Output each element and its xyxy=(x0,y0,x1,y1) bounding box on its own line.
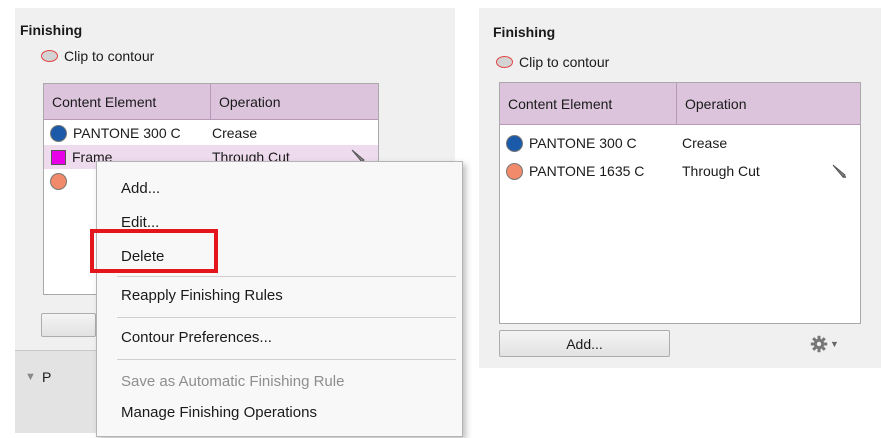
context-menu: Add... Edit... Delete Reapply Finishing … xyxy=(90,161,463,437)
list-header: Content Element Operation xyxy=(500,83,860,125)
menu-separator xyxy=(117,359,456,360)
menu-separator xyxy=(117,276,456,277)
menu-item-save-as-automatic-rule: Save as Automatic Finishing Rule xyxy=(121,373,345,390)
content-element-text: PANTONE 300 C xyxy=(73,125,181,141)
clip-contour-icon xyxy=(496,56,513,68)
operation-text: Crease xyxy=(212,125,258,141)
color-swatch xyxy=(50,124,67,142)
color-swatch xyxy=(506,162,523,180)
menu-separator xyxy=(117,317,456,318)
column-header-content-element[interactable]: Content Element xyxy=(500,83,676,124)
menu-item-contour-preferences[interactable]: Contour Preferences... xyxy=(121,329,272,346)
color-swatch xyxy=(50,172,67,190)
add-button[interactable]: Add... xyxy=(499,330,670,357)
settings-menu-button[interactable]: ▼ xyxy=(810,335,839,353)
content-element-text: PANTONE 1635 C xyxy=(529,163,645,179)
list-row[interactable]: PANTONE 300 C Crease xyxy=(500,130,860,156)
operation-text: Crease xyxy=(682,135,728,151)
section-title: Finishing xyxy=(20,22,83,38)
column-header-content-element[interactable]: Content Element xyxy=(44,84,210,119)
finishing-panel-right: Finishing Clip to contour Content Elemen… xyxy=(479,8,881,368)
gear-icon xyxy=(810,335,828,353)
list-row[interactable]: PANTONE 300 C Crease xyxy=(44,121,378,145)
menu-item-manage-finishing-operations[interactable]: Manage Finishing Operations xyxy=(121,404,317,421)
add-button[interactable] xyxy=(41,313,96,337)
collapse-triangle-icon[interactable]: ▼ xyxy=(25,371,36,383)
color-swatch xyxy=(506,134,523,152)
column-header-operation[interactable]: Operation xyxy=(210,84,378,119)
section-label: P xyxy=(42,369,52,385)
finishing-list[interactable]: Content Element Operation PANTONE 300 C … xyxy=(499,82,861,324)
clip-label: Clip to contour xyxy=(64,48,155,64)
color-swatch xyxy=(51,149,66,165)
content-element-text: PANTONE 300 C xyxy=(529,135,637,151)
section-title: Finishing xyxy=(493,24,556,40)
cut-knife-icon xyxy=(832,164,846,178)
clip-contour-icon xyxy=(41,50,58,62)
operation-text: Through Cut xyxy=(682,163,760,179)
clip-label: Clip to contour xyxy=(519,54,610,70)
menu-item-reapply-finishing-rules[interactable]: Reapply Finishing Rules xyxy=(121,287,283,304)
clip-to-contour-toggle[interactable]: Clip to contour xyxy=(496,54,609,70)
clip-to-contour-toggle[interactable]: Clip to contour xyxy=(41,48,154,64)
menu-item-add[interactable]: Add... xyxy=(121,180,160,197)
list-header: Content Element Operation xyxy=(44,84,378,120)
delete-highlight-box xyxy=(90,229,218,273)
list-row[interactable]: PANTONE 1635 C Through Cut xyxy=(500,158,860,184)
chevron-down-icon: ▼ xyxy=(830,339,839,349)
column-header-operation[interactable]: Operation xyxy=(676,83,860,124)
